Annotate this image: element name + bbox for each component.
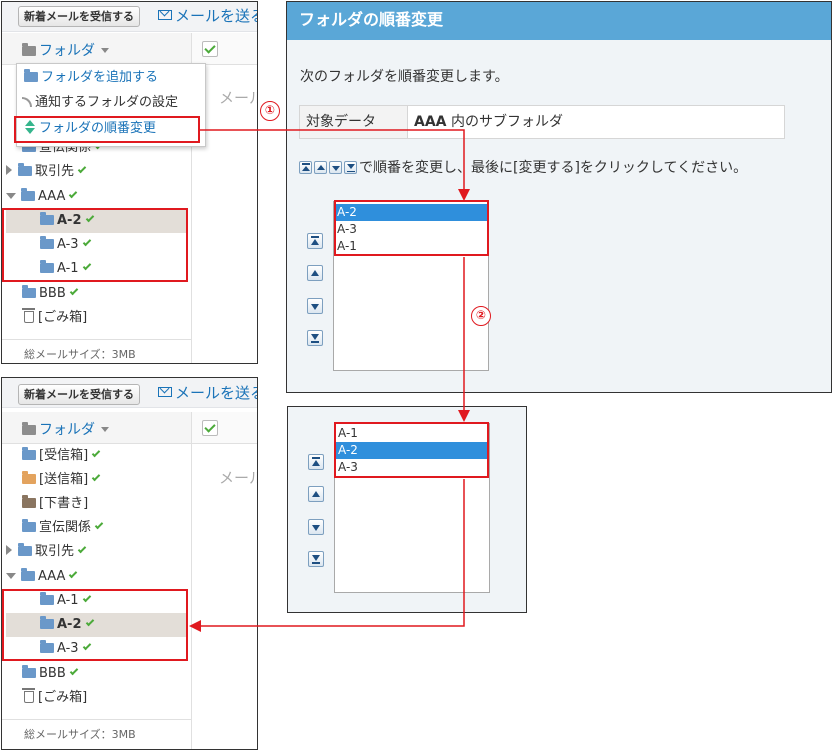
annotation-arrows <box>189 129 470 632</box>
arrow-result <box>189 479 465 632</box>
arrow-step-1 <box>200 129 470 201</box>
